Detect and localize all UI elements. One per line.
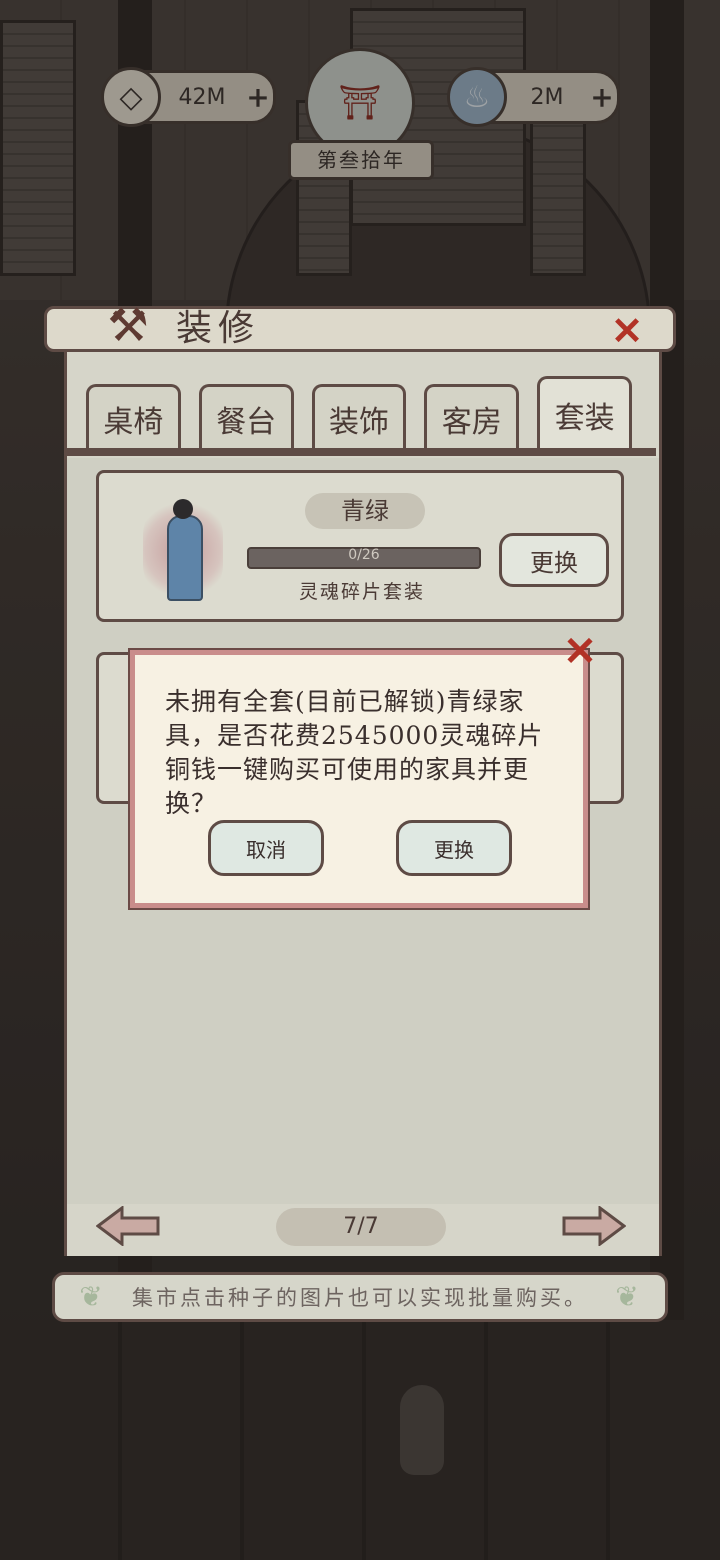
confirm-replace-button[interactable]: 更换 (396, 820, 512, 876)
cancel-button[interactable]: 取消 (208, 820, 324, 876)
page-indicator: 7/7 (343, 1214, 379, 1239)
ginkgo-leaf-icon: ❦ (615, 1280, 639, 1313)
tip-text: 集市点击种子的图片也可以实现批量购买。 (132, 1286, 588, 1310)
close-icon[interactable]: ✕ (608, 312, 646, 350)
next-page-arrow-icon[interactable] (562, 1206, 626, 1246)
tab-guest-rooms[interactable]: 客房 (424, 384, 520, 451)
tab-counters[interactable]: 餐台 (198, 384, 294, 451)
portrait-robe (167, 515, 203, 601)
set-character-portrait (143, 495, 223, 605)
panel-title: 装修 (176, 308, 261, 349)
previous-page-arrow-icon[interactable] (96, 1206, 160, 1246)
portrait-head (173, 499, 193, 519)
replace-set-button[interactable]: 更换 (499, 533, 609, 587)
progress-text: 0/26 (348, 547, 380, 563)
set-progress-bar: 0/26 (247, 547, 481, 569)
tab-divider (64, 448, 656, 456)
ginkgo-leaf-icon: ❦ (79, 1280, 103, 1313)
hammer-tools-icon: ⚒ (107, 298, 149, 352)
tab-sets[interactable]: 套装 (537, 376, 632, 451)
dialog-message: 未拥有全套(目前已解锁)青绿家具，是否花费2545000灵魂碎片铜钱一键购买可使… (165, 687, 544, 818)
set-subtitle: 灵魂碎片套装 (298, 581, 425, 603)
set-name: 青绿 (341, 497, 389, 525)
purchase-confirm-dialog: 未拥有全套(目前已解锁)青绿家具，是否花费2545000灵魂碎片铜钱一键购买可使… (128, 648, 590, 910)
category-tabs: 桌椅 餐台 装饰 客房 套装 (86, 376, 632, 451)
tab-decorations[interactable]: 装饰 (311, 384, 407, 451)
set-card: 青绿 0/26 灵魂碎片套装 更换 (96, 470, 624, 622)
dialog-close-icon[interactable]: ✕ (560, 632, 600, 672)
tab-tables-chairs[interactable]: 桌椅 (86, 384, 181, 451)
